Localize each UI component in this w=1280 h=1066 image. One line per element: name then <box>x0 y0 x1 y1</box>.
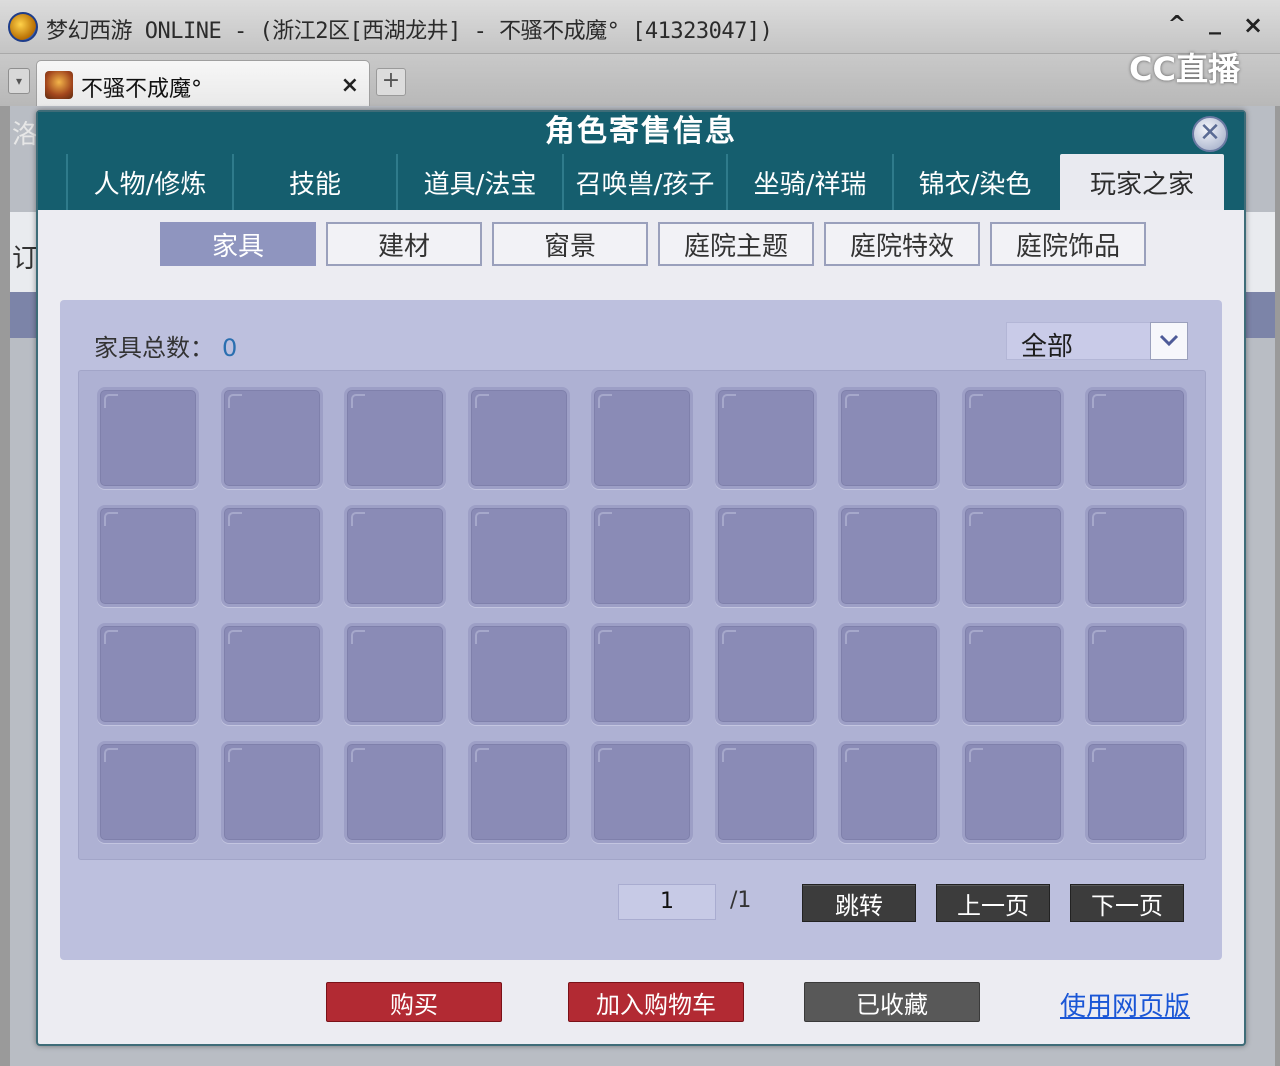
subtab-courtyard-theme[interactable]: 庭院主题 <box>658 222 814 266</box>
favorited-button[interactable]: 已收藏 <box>804 982 980 1022</box>
jump-button[interactable]: 跳转 <box>802 884 916 922</box>
item-slot[interactable] <box>961 741 1064 843</box>
web-version-link[interactable]: 使用网页版 <box>1060 986 1190 1023</box>
furniture-panel: 家具总数： 0 全部 1 /1 跳转 上一页 下一页 <box>60 300 1222 960</box>
consignment-info-dialog: 角色寄售信息 ✕ 人物/修炼 技能 道具/法宝 召唤兽/孩子 坐骑/祥瑞 锦衣/… <box>36 110 1246 1046</box>
item-slot[interactable] <box>344 623 446 725</box>
tab-pets[interactable]: 召唤兽/孩子 <box>562 154 726 210</box>
buy-button[interactable]: 购买 <box>326 982 502 1022</box>
item-slot[interactable] <box>591 623 693 725</box>
item-slot[interactable] <box>714 623 817 725</box>
tab-dropdown-button[interactable]: ▾ <box>8 68 30 94</box>
subtab-window-view[interactable]: 窗景 <box>492 222 648 266</box>
furniture-count-label: 家具总数： <box>94 334 214 362</box>
browser-tabbar: ▾ 不骚不成魔° × + <box>0 54 1280 106</box>
item-slot[interactable] <box>961 505 1064 607</box>
tab-mounts[interactable]: 坐骑/祥瑞 <box>726 154 892 210</box>
item-slot[interactable] <box>838 505 940 607</box>
filter-selected-value: 全部 <box>1021 332 1074 362</box>
add-to-cart-button[interactable]: 加入购物车 <box>568 982 744 1022</box>
filter-dropdown[interactable]: 全部 <box>1006 322 1188 362</box>
item-slot[interactable] <box>714 741 817 843</box>
tab-skills[interactable]: 技能 <box>232 154 396 210</box>
sub-tabs: 家具 建材 窗景 庭院主题 庭院特效 庭院饰品 <box>160 222 1146 266</box>
subtab-furniture[interactable]: 家具 <box>160 222 316 266</box>
browser-tab[interactable]: 不骚不成魔° × <box>36 60 370 106</box>
item-slot[interactable] <box>97 505 199 607</box>
item-slot[interactable] <box>961 623 1064 725</box>
item-slot[interactable] <box>838 623 940 725</box>
item-slot[interactable] <box>467 505 570 607</box>
window-title: 梦幻西游 ONLINE - (浙江2区[西湖龙井] - 不骚不成魔° [4132… <box>46 19 773 44</box>
restore-icon[interactable]: ^ <box>1162 10 1192 40</box>
item-slot[interactable] <box>714 387 817 489</box>
new-tab-button[interactable]: + <box>376 68 406 96</box>
item-slot[interactable] <box>97 741 199 843</box>
dialog-title: 角色寄售信息 <box>545 114 737 149</box>
item-slot[interactable] <box>714 505 817 607</box>
item-slot[interactable] <box>344 505 446 607</box>
item-slot[interactable] <box>1085 741 1187 843</box>
dialog-header: 角色寄售信息 ✕ 人物/修炼 技能 道具/法宝 召唤兽/孩子 坐骑/祥瑞 锦衣/… <box>38 112 1244 210</box>
item-slot[interactable] <box>467 741 570 843</box>
minimize-icon[interactable]: _ <box>1200 6 1230 36</box>
tab-outfits[interactable]: 锦衣/染色 <box>892 154 1056 210</box>
item-slot[interactable] <box>1085 387 1187 489</box>
tab-player-home[interactable]: 玩家之家 <box>1060 154 1224 210</box>
furniture-count-value: 0 <box>222 334 238 362</box>
chevron-down-icon[interactable] <box>1150 322 1188 360</box>
item-slot[interactable] <box>467 623 570 725</box>
item-slot[interactable] <box>97 623 199 725</box>
item-slot[interactable] <box>220 623 323 725</box>
background-text: 洛 <box>12 120 39 150</box>
item-slot[interactable] <box>1085 623 1187 725</box>
background-text: 订 <box>12 244 39 274</box>
item-slot[interactable] <box>591 505 693 607</box>
prev-page-button[interactable]: 上一页 <box>936 884 1050 922</box>
item-slot[interactable] <box>97 387 199 489</box>
cc-live-watermark: CC直播 <box>1129 50 1240 88</box>
item-grid <box>78 370 1206 860</box>
main-tabs: 人物/修炼 技能 道具/法宝 召唤兽/孩子 坐骑/祥瑞 锦衣/染色 玩家之家 <box>66 154 1224 210</box>
subtab-courtyard-effects[interactable]: 庭院特效 <box>824 222 980 266</box>
app-icon <box>8 12 38 42</box>
item-slot[interactable] <box>1085 505 1187 607</box>
item-slot[interactable] <box>220 387 323 489</box>
tab-items[interactable]: 道具/法宝 <box>396 154 562 210</box>
tab-title: 不骚不成魔° <box>81 77 203 102</box>
pagination: 1 /1 跳转 上一页 下一页 <box>60 882 1222 922</box>
item-slot[interactable] <box>467 387 570 489</box>
subtab-courtyard-decor[interactable]: 庭院饰品 <box>990 222 1146 266</box>
item-slot[interactable] <box>961 387 1064 489</box>
item-slots <box>97 387 1187 843</box>
item-slot[interactable] <box>591 387 693 489</box>
next-page-button[interactable]: 下一页 <box>1070 884 1184 922</box>
item-slot[interactable] <box>344 387 446 489</box>
item-slot[interactable] <box>220 741 323 843</box>
tab-favicon-icon <box>45 71 73 99</box>
tab-close-icon[interactable]: × <box>341 73 359 98</box>
item-slot[interactable] <box>838 741 940 843</box>
tab-character[interactable]: 人物/修炼 <box>66 154 232 210</box>
furniture-count: 家具总数： 0 <box>94 328 237 363</box>
item-slot[interactable] <box>220 505 323 607</box>
page-number-input[interactable]: 1 <box>618 884 716 920</box>
item-slot[interactable] <box>591 741 693 843</box>
item-slot[interactable] <box>838 387 940 489</box>
window-titlebar: 梦幻西游 ONLINE - (浙江2区[西湖龙井] - 不骚不成魔° [4132… <box>0 0 1280 54</box>
page-total: /1 <box>730 888 752 913</box>
close-window-icon[interactable]: × <box>1238 10 1268 40</box>
item-slot[interactable] <box>344 741 446 843</box>
subtab-materials[interactable]: 建材 <box>326 222 482 266</box>
dialog-close-icon[interactable]: ✕ <box>1192 116 1228 152</box>
